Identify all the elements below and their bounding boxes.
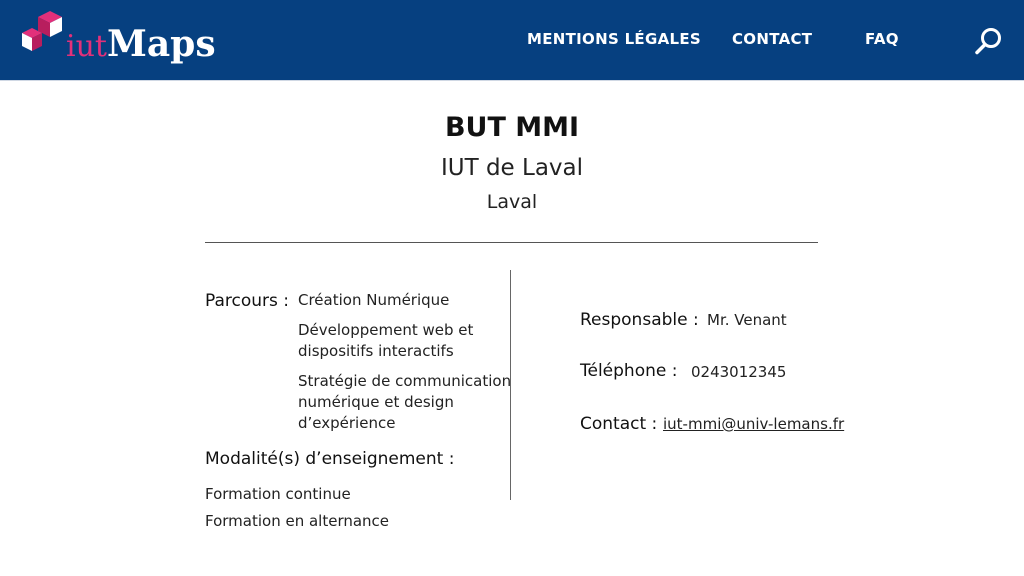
search-icon [975,28,1001,55]
nav-faq[interactable]: FAQ [865,30,899,48]
nav-contact[interactable]: CONTACT [732,30,812,48]
parcours-label: Parcours : [205,291,290,311]
logo-wordmark: iutMaps [66,24,216,67]
section-divider [205,242,818,243]
cubes-logo-icon [22,11,62,51]
parcours-item: Développement web et dispositifs interac… [298,321,474,360]
modalite-item: Formation continue [205,485,351,503]
email-link[interactable]: iut-mmi@univ-lemans.fr [663,414,844,435]
logo-prefix: iut [66,29,107,64]
parcours-item: Stratégie de communication numérique et … [298,372,512,432]
institution-name: IUT de Laval [440,155,584,181]
parcours-item: Création Numérique [298,291,450,309]
telephone-value: 0243012345 [691,363,787,381]
search-button[interactable] [974,26,1004,56]
telephone-label: Téléphone : [580,361,678,381]
top-navbar: iutMaps MENTIONS LÉGALES CONTACT FAQ [0,0,1024,81]
logo-suffix: Maps [106,23,216,65]
responsable-label: Responsable : [580,310,699,330]
nav-mentions-legales[interactable]: MENTIONS LÉGALES [527,30,701,48]
modalites-label: Modalité(s) d’enseignement : [205,449,455,469]
modalite-item: Formation en alternance [205,512,390,530]
responsable-value: Mr. Venant [707,311,787,329]
city-name: Laval [486,191,538,213]
site-logo[interactable]: iutMaps [18,8,216,70]
program-title: BUT MMI [444,112,580,143]
contact-label: Contact : [580,414,658,434]
